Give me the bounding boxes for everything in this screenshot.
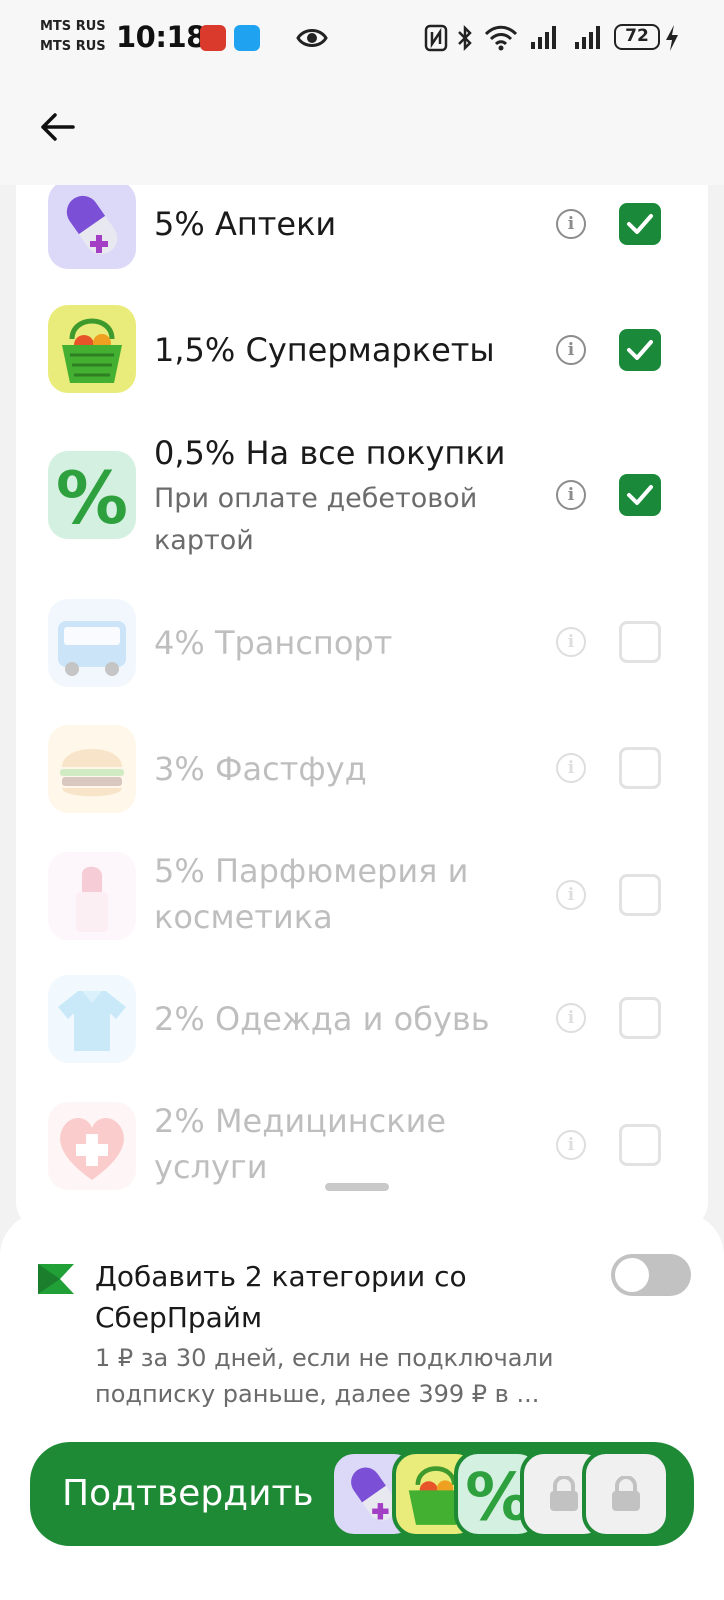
bus-icon	[48, 599, 136, 687]
category-title: 2% Одежда и обувь	[154, 1000, 490, 1038]
info-icon[interactable]: i	[556, 209, 586, 239]
confirm-label: Подтвердить	[62, 1473, 314, 1514]
bottom-sheet: Добавить 2 категории со СберПрайм 1 ₽ за…	[0, 1212, 724, 1600]
sberprime-logo-icon	[38, 1264, 74, 1294]
checkmark-icon	[627, 214, 653, 234]
carrier-1: MTS RUS	[40, 19, 106, 34]
arrow-left-icon	[41, 113, 75, 141]
checkmark-icon	[627, 485, 653, 505]
category-checkbox[interactable]	[619, 874, 661, 916]
lock-icon	[612, 1476, 640, 1511]
category-row-supermarkets[interactable]: 1,5% Супермаркеты i	[16, 305, 708, 395]
notification-app-icon	[200, 25, 226, 51]
category-row-clothing[interactable]: 2% Одежда и обувь i	[16, 975, 708, 1065]
category-title: 0,5% На все покупки	[154, 434, 506, 472]
category-row-cosmetics[interactable]: 5% Парфюмерия и косметика i	[16, 850, 708, 946]
category-list: 5% Аптеки i 1,5% Супермаркеты i % 0,5% Н…	[16, 185, 708, 1230]
sberprime-description: 1 ₽ за 30 дней, если не подключали подпи…	[95, 1344, 554, 1408]
percent-icon: %	[48, 451, 136, 539]
category-checkbox[interactable]	[619, 474, 661, 516]
carrier-2: MTS RUS	[40, 39, 106, 54]
locked-slot-thumb	[582, 1450, 670, 1538]
signal-strength-icon	[575, 26, 600, 49]
sberprime-toggle[interactable]	[611, 1254, 691, 1296]
category-title: 3% Фастфуд	[154, 750, 367, 788]
burger-icon	[48, 725, 136, 813]
category-row-transport[interactable]: 4% Транспорт i	[16, 599, 708, 689]
info-icon[interactable]: i	[556, 1130, 586, 1160]
info-icon[interactable]: i	[556, 335, 586, 365]
lock-icon	[550, 1476, 578, 1511]
category-checkbox[interactable]	[619, 997, 661, 1039]
status-bar: MTS RUS MTS RUS 10:18 72	[0, 0, 724, 80]
category-checkbox[interactable]	[619, 747, 661, 789]
signal-strength-icon	[531, 26, 556, 49]
pill-capsule-icon	[48, 185, 136, 269]
category-subtitle: При оплате дебетовой картой	[154, 483, 478, 556]
category-row-medical[interactable]: 2% Медицинские услуги i	[16, 1100, 708, 1196]
header	[0, 80, 724, 185]
eye-icon	[296, 29, 328, 47]
clock: 10:18	[116, 20, 206, 54]
category-row-pharmacy[interactable]: 5% Аптеки i	[16, 185, 708, 275]
bluetooth-icon	[458, 24, 472, 52]
info-icon[interactable]: i	[556, 753, 586, 783]
category-checkbox[interactable]	[619, 203, 661, 245]
category-title: 2% Медицинские услуги	[154, 1102, 447, 1186]
medical-heart-icon	[48, 1102, 136, 1190]
category-checkbox[interactable]	[619, 1124, 661, 1166]
category-checkbox[interactable]	[619, 621, 661, 663]
wifi-icon	[484, 25, 518, 51]
category-row-all-purchases[interactable]: % 0,5% На все покупки При оплате дебетов…	[16, 430, 708, 570]
battery-level: 72	[614, 24, 660, 50]
info-icon[interactable]: i	[556, 1003, 586, 1033]
info-icon[interactable]: i	[556, 880, 586, 910]
category-checkbox[interactable]	[619, 329, 661, 371]
message-app-icon	[234, 25, 260, 51]
back-button[interactable]	[32, 102, 82, 152]
svg-text:%: %	[56, 456, 128, 539]
info-icon[interactable]: i	[556, 627, 586, 657]
info-icon[interactable]: i	[556, 480, 586, 510]
carrier-labels: MTS RUS MTS RUS	[40, 17, 106, 57]
shopping-basket-icon	[48, 305, 136, 393]
charging-bolt-icon	[666, 25, 678, 51]
sberprime-title: Добавить 2 категории со СберПрайм	[95, 1260, 467, 1334]
sheet-drag-handle[interactable]	[325, 1183, 389, 1191]
category-title: 5% Парфюмерия и косметика	[154, 852, 469, 936]
lipstick-icon	[48, 852, 136, 940]
polo-shirt-icon	[48, 975, 136, 1063]
category-title: 1,5% Супермаркеты	[154, 331, 495, 369]
toggle-knob	[615, 1258, 649, 1292]
checkmark-icon	[627, 340, 653, 360]
category-title: 4% Транспорт	[154, 624, 393, 662]
nfc-icon	[424, 24, 448, 52]
confirm-button[interactable]: Подтвердить %	[30, 1442, 694, 1546]
category-row-fastfood[interactable]: 3% Фастфуд i	[16, 725, 708, 815]
category-title: 5% Аптеки	[154, 205, 337, 243]
